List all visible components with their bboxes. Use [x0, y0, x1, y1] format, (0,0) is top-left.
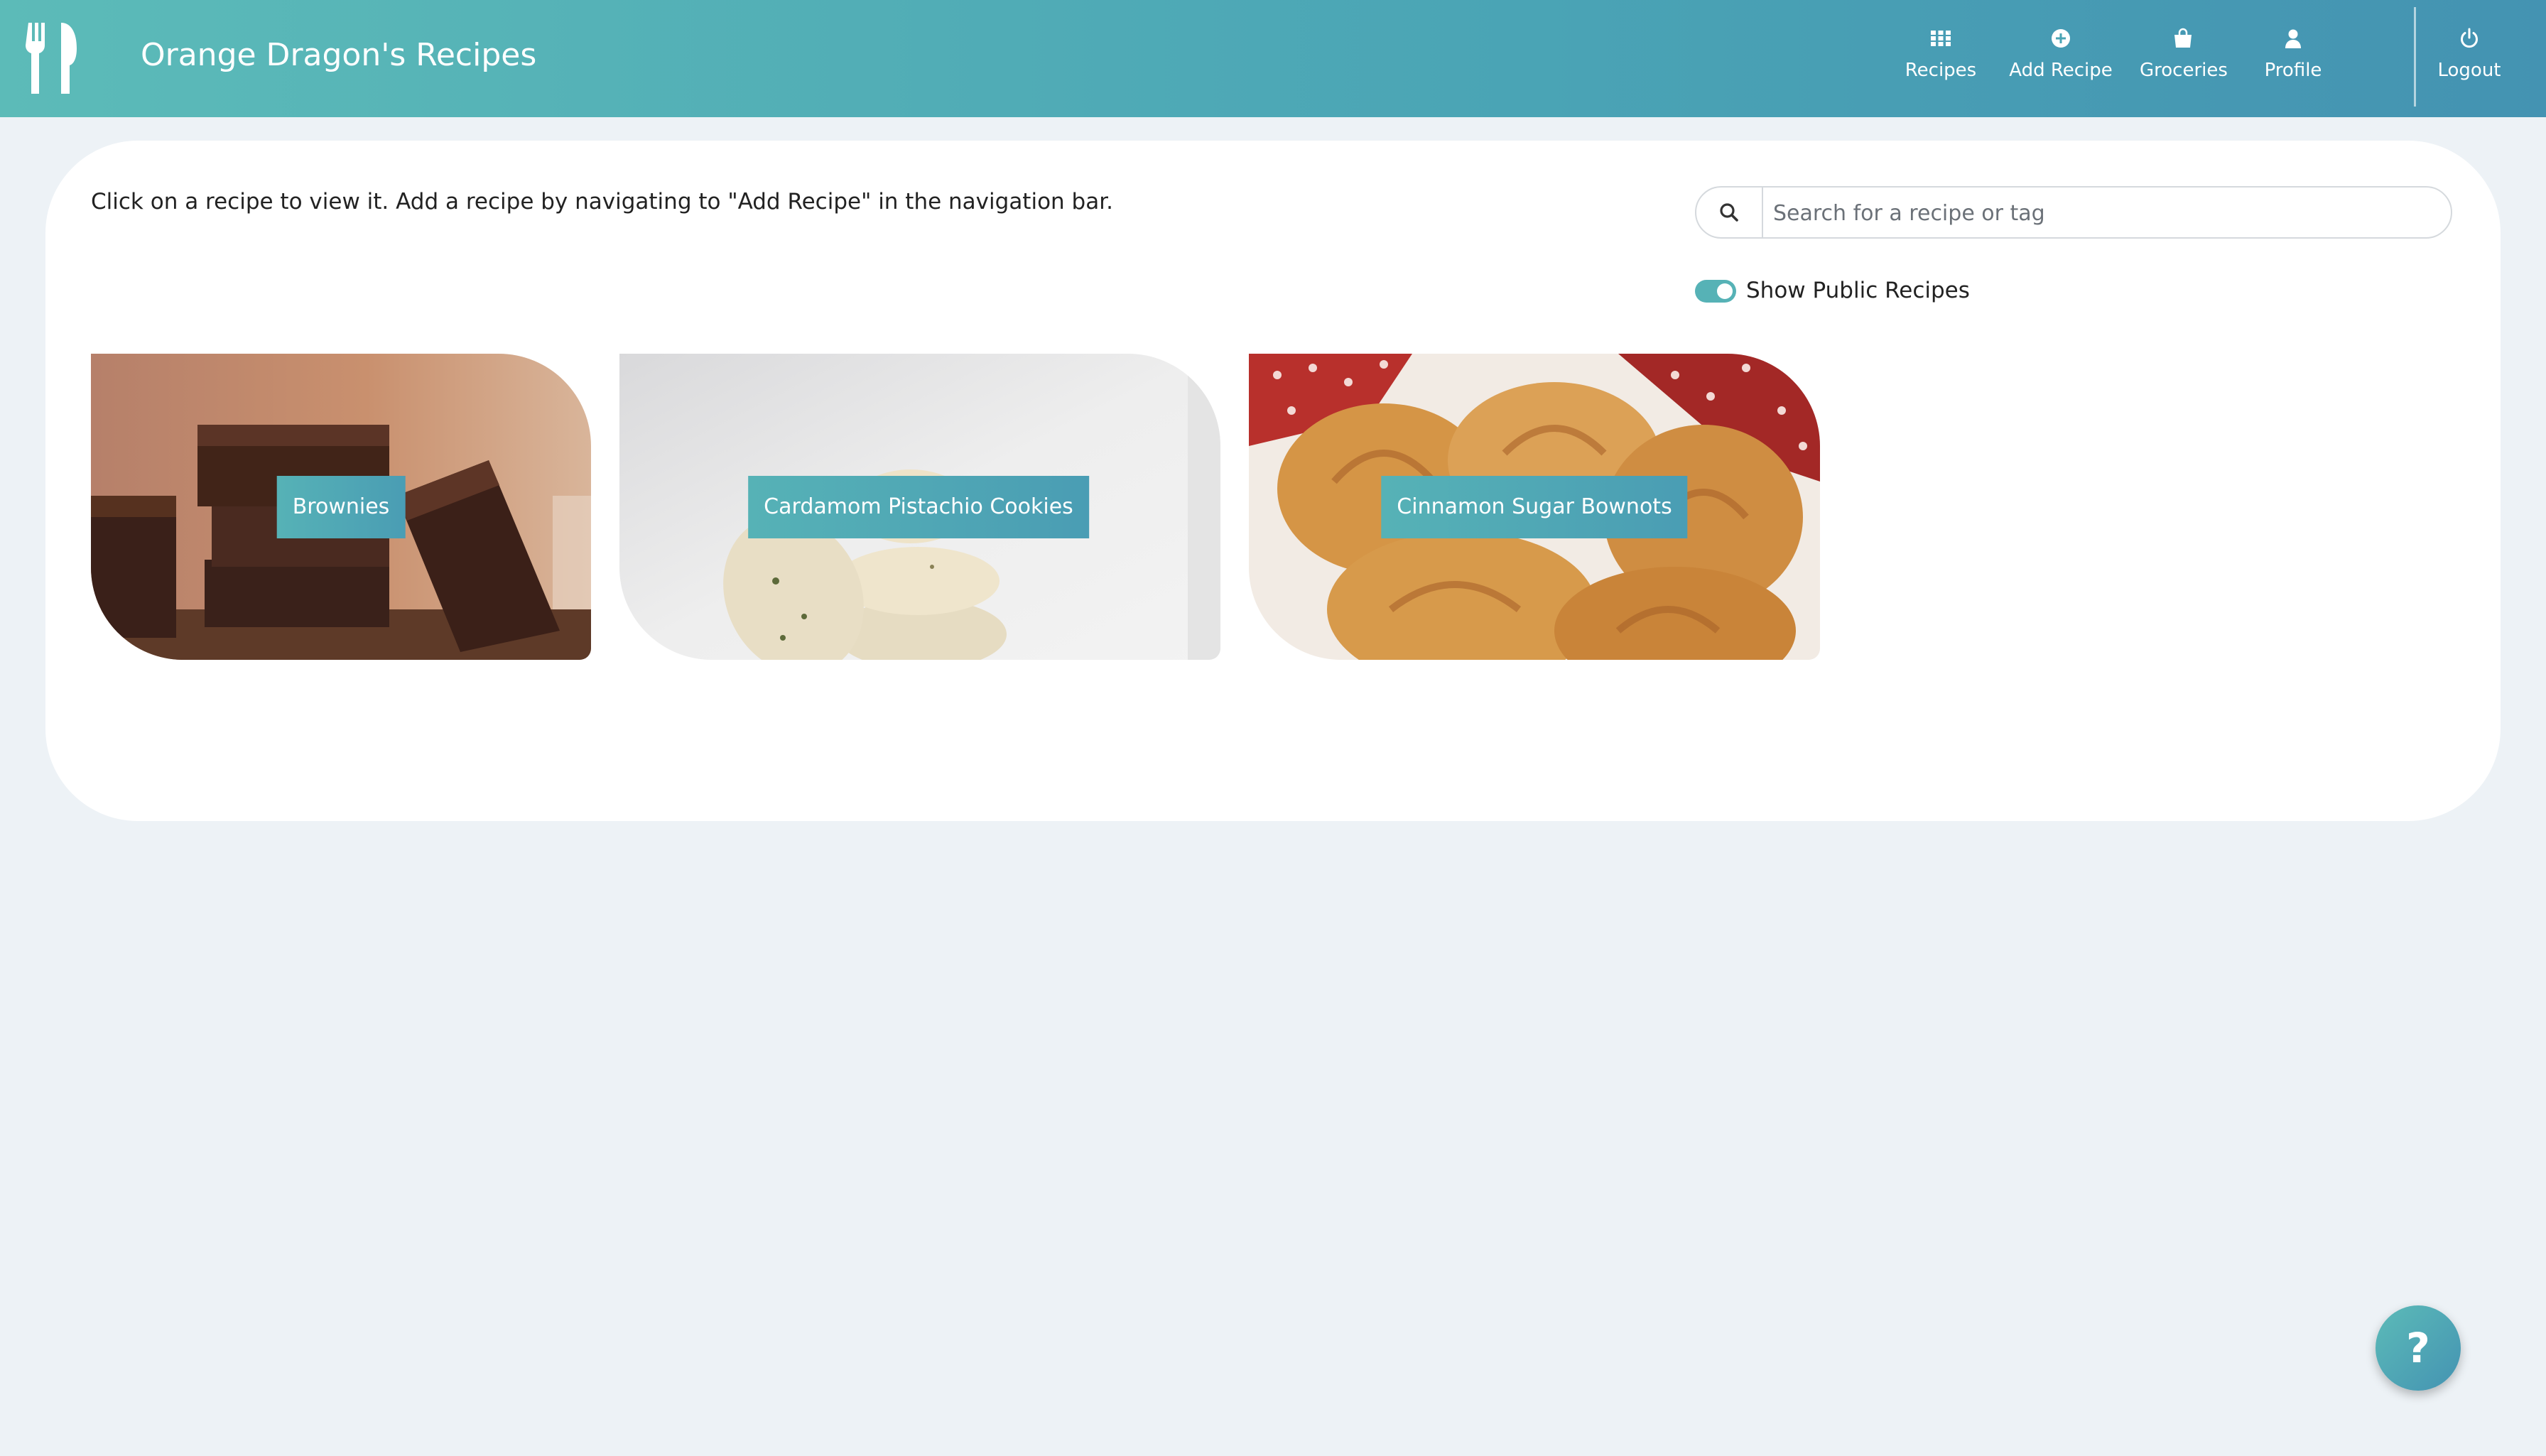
power-icon — [2461, 28, 2478, 48]
recipes-panel: Click on a recipe to view it. Add a reci… — [45, 141, 2501, 821]
nav-profile[interactable]: Profile — [2259, 27, 2327, 91]
recipe-title-cardamom-pistachio-cookies: Cardamom Pistachio Cookies — [748, 476, 1089, 538]
search-icon — [1720, 203, 1738, 222]
shopping-bag-icon — [2174, 28, 2192, 48]
plus-circle-icon — [2052, 29, 2070, 48]
recipe-title-cinnamon-sugar-bownots: Cinnamon Sugar Bownots — [1381, 476, 1688, 538]
nav-groceries[interactable]: Groceries — [2140, 27, 2228, 91]
recipe-card-brownies[interactable]: Brownies — [91, 354, 591, 660]
search-box — [1695, 186, 2452, 239]
show-public-toggle[interactable] — [1695, 280, 1736, 303]
nav-divider — [2414, 7, 2416, 107]
help-button[interactable]: ? — [2376, 1305, 2461, 1391]
search-input[interactable] — [1765, 189, 2442, 237]
recipe-card-cardamom-pistachio-cookies[interactable]: Cardamom Pistachio Cookies — [619, 354, 1220, 660]
recipe-card-cinnamon-sugar-bownots[interactable]: Cinnamon Sugar Bownots — [1249, 354, 1820, 660]
nav-add-recipe[interactable]: Add Recipe — [2008, 27, 2114, 91]
intro-text: Click on a recipe to view it. Add a reci… — [91, 189, 1113, 214]
nav-add-recipe-label: Add Recipe — [2009, 60, 2113, 81]
user-icon — [2285, 29, 2301, 48]
app-title[interactable]: Orange Dragon's Recipes — [141, 34, 536, 77]
search-button[interactable] — [1696, 188, 1763, 237]
grid-icon — [1931, 31, 1951, 46]
top-navbar: Orange Dragon's Recipes Recipes Add Reci… — [0, 0, 2546, 117]
nav-profile-label: Profile — [2264, 60, 2322, 81]
show-public-label: Show Public Recipes — [1746, 278, 1970, 303]
nav-logout-label: Logout — [2437, 60, 2501, 81]
nav-groceries-label: Groceries — [2140, 60, 2228, 81]
nav-logout[interactable]: Logout — [2434, 27, 2505, 91]
nav-recipes-label: Recipes — [1905, 60, 1977, 81]
fork-knife-icon[interactable] — [24, 23, 82, 94]
nav-recipes[interactable]: Recipes — [1904, 27, 1978, 91]
recipe-title-brownies: Brownies — [276, 476, 406, 538]
toggle-knob — [1717, 283, 1733, 299]
